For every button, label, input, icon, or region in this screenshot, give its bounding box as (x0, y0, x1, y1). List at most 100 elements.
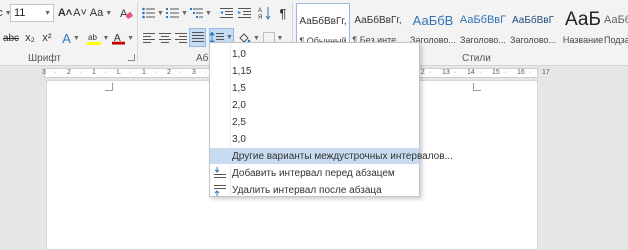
style-tile-heading-2[interactable]: АаБбВвГ Заголово... (456, 3, 510, 49)
svg-text:ab: ab (88, 33, 97, 42)
chevron-down-icon: ▼ (181, 9, 188, 17)
chevron-down-icon: ▼ (102, 34, 110, 42)
option-label: 1,15 (232, 65, 252, 77)
font-group-label: Шрифт (28, 53, 61, 64)
strikethrough-button[interactable]: abc (2, 29, 20, 47)
style-preview: АаБбВ (604, 14, 628, 26)
ruler-dot: · (429, 69, 432, 76)
line-spacing-option[interactable]: 3,0 (210, 131, 419, 147)
chevron-down-icon: ▼ (276, 34, 284, 42)
ruler-dot: · (104, 69, 107, 76)
style-preview: АаБбВвГг, (299, 15, 347, 27)
svg-text:A: A (258, 8, 262, 14)
align-center-button[interactable] (158, 29, 172, 47)
ruler-number: 17 (542, 69, 550, 76)
justify-icon (191, 32, 204, 42)
add-space-before-paragraph[interactable]: Добавить интервал перед абзацем (210, 165, 419, 181)
multilevel-list-button[interactable]: ▼ (190, 4, 212, 22)
clear-formatting-button[interactable]: A (118, 4, 134, 22)
style-preview: АаБбВвГ (459, 14, 507, 26)
option-label: 2,5 (232, 116, 246, 128)
highlight-button[interactable]: ab ▼ (86, 29, 110, 47)
subscript-button[interactable]: x₂ (23, 29, 37, 47)
sort-button[interactable]: AЯ (256, 4, 272, 22)
numbered-list-icon (166, 8, 180, 18)
tab-stop-marker: L (117, 69, 121, 76)
remove-space-after-paragraph[interactable]: Удалить интервал после абзаца (210, 182, 419, 198)
chevron-down-icon: ▼ (205, 9, 212, 17)
increase-indent-icon (237, 8, 251, 18)
decrease-indent-button[interactable] (218, 4, 234, 22)
ruler-number: 1 (92, 69, 96, 76)
ruler-dot: · (529, 69, 532, 76)
margin-corner-mark (105, 83, 113, 91)
ruler-dot: · (54, 69, 57, 76)
style-tile-title[interactable]: АаБ Название (556, 3, 610, 49)
line-spacing-option[interactable]: 1,0 (210, 46, 419, 62)
line-spacing-option[interactable]: 1,15 (210, 63, 419, 79)
ruler-number: 2 (167, 69, 171, 76)
chevron-down-icon: ▼ (226, 34, 233, 41)
text-effects-button[interactable]: A ▼ (60, 29, 82, 47)
style-preview: АаБбВвГг, (354, 14, 402, 26)
grow-font-button[interactable]: A˄ (58, 4, 72, 22)
line-spacing-option[interactable]: 1,5 (210, 80, 419, 96)
style-name: Заголово... (460, 35, 506, 45)
ruler-number: 2 (67, 69, 71, 76)
decrease-indent-icon (219, 8, 233, 18)
font-name-text: c (0, 7, 3, 19)
clear-formatting-icon: A (120, 8, 133, 20)
ruler-dot: · (204, 69, 207, 76)
justify-button[interactable] (189, 28, 206, 47)
ruler-number: 1 (142, 69, 146, 76)
increase-indent-button[interactable] (236, 4, 252, 22)
ruler-number: 16 (517, 69, 525, 76)
align-right-icon (175, 32, 187, 43)
option-label: Удалить интервал после абзаца (232, 184, 382, 196)
shrink-font-button[interactable]: A˅ (73, 4, 87, 22)
style-tile-subtitle[interactable]: АаБбВ Подза (604, 3, 628, 49)
font-dialog-launcher-icon[interactable] (128, 54, 135, 61)
line-spacing-option[interactable]: 2,0 (210, 97, 419, 113)
svg-text:Я: Я (258, 15, 262, 20)
group-divider (137, 2, 138, 62)
paragraph-group-label: Аб (196, 53, 209, 64)
font-name-combo[interactable]: c ▼ (0, 4, 12, 22)
change-case-button[interactable]: Aa ▼ (90, 4, 112, 22)
change-case-label: Aa (89, 7, 104, 19)
multilevel-list-icon (190, 8, 204, 18)
chevron-down-icon: ▼ (72, 34, 80, 42)
numbering-button[interactable]: ▼ (166, 4, 188, 22)
option-label: Другие варианты междустрочных интервалов… (232, 150, 453, 162)
style-tile-heading-3[interactable]: АаБбВвГ Заголово... (506, 3, 560, 49)
ruler-dot: · (179, 69, 182, 76)
styles-group-label: Стили (462, 53, 491, 64)
ruler-number: 15 (492, 69, 500, 76)
align-left-button[interactable] (142, 29, 156, 47)
more-line-spacing-options[interactable]: Другие варианты междустрочных интервалов… (210, 148, 453, 164)
ruler-dot: · (454, 69, 457, 76)
ruler-number: 3 (192, 69, 196, 76)
ruler-dot: · (504, 69, 507, 76)
chevron-down-icon: ▼ (127, 34, 134, 42)
align-center-icon (159, 32, 171, 43)
chevron-down-icon: ▼ (105, 9, 113, 17)
ruler-dot: · (479, 69, 482, 76)
style-name: Название (562, 35, 604, 45)
chevron-down-icon: ▼ (44, 9, 51, 17)
font-color-button[interactable]: A ▼ (112, 29, 134, 47)
style-preview: АаБбВвГ (511, 14, 555, 26)
ruler-dot: · (154, 69, 157, 76)
sort-az-icon: AЯ (258, 7, 270, 20)
add-space-before-icon (214, 167, 226, 178)
margin-corner-mark (473, 83, 481, 91)
align-left-icon (143, 32, 155, 43)
superscript-button[interactable]: x² (40, 29, 54, 47)
line-spacing-menu: 1,0 1,15 1,5 2,0 2,5 3,0 Другие варианты… (209, 42, 453, 198)
bullets-button[interactable]: ▼ (142, 4, 164, 22)
font-size-combo[interactable]: 11 ▼ (10, 4, 54, 22)
align-right-button[interactable] (174, 29, 188, 47)
show-marks-button[interactable]: ¶ (276, 4, 290, 22)
line-spacing-option[interactable]: 2,5 (210, 114, 419, 130)
ruler-dot: · (79, 69, 82, 76)
